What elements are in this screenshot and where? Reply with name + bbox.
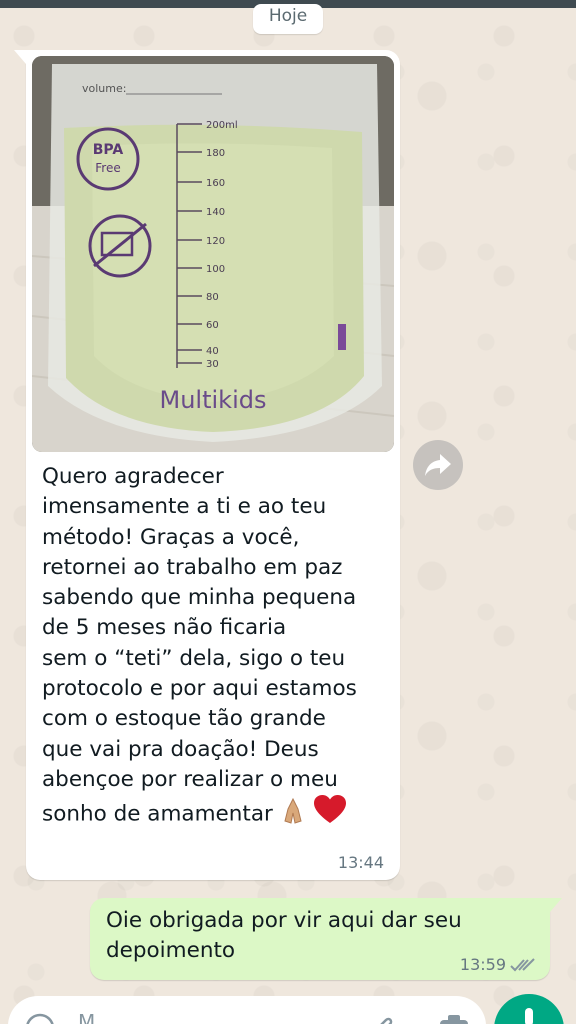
outgoing-message-text: Oie obrigada por vir aqui dar seu depoim… (106, 908, 462, 963)
outgoing-message-time: 13:59 (459, 955, 506, 974)
scale-label: 180 (206, 148, 225, 159)
scale-label: 40 (206, 346, 219, 357)
red-heart-emoji-icon (313, 795, 347, 834)
incoming-message-text: Quero agradecer imensamente a ti e ao te… (42, 462, 388, 835)
attach-icon[interactable] (366, 1012, 396, 1024)
photo-volume-label: volume: (82, 82, 126, 95)
incoming-message-bubble[interactable]: volume: BPA Free 200ml 180 160 140 120 100 80 6… (14, 50, 400, 880)
outgoing-message-meta: 13:59 (460, 955, 536, 974)
forward-arrow-icon (425, 454, 451, 476)
microphone-button[interactable] (494, 994, 564, 1024)
incoming-message-time: 13:44 (337, 853, 384, 872)
folded-hands-emoji-icon (279, 795, 307, 834)
forward-button[interactable] (413, 440, 463, 490)
outgoing-message-bubble[interactable]: Oie obrigada por vir aqui dar seu depoim… (90, 898, 562, 980)
scale-label: 200ml (206, 120, 238, 131)
photo-free-text: Free (95, 161, 120, 175)
date-divider: Hoje (253, 4, 323, 34)
scale-label: 60 (206, 320, 219, 331)
incoming-message-body: Quero agradecer imensamente a ti e ao te… (42, 464, 357, 827)
photo-bpa-text: BPA (93, 142, 124, 158)
photo-brand: Multikids (160, 386, 267, 414)
scale-label: 100 (206, 264, 225, 275)
scale-label: 120 (206, 236, 225, 247)
scale-label: 140 (206, 207, 225, 218)
emoji-icon[interactable] (24, 1012, 56, 1024)
scale-label: 160 (206, 178, 225, 189)
double-check-icon (510, 957, 535, 971)
microphone-icon (525, 1008, 533, 1024)
message-composer[interactable]: M (8, 996, 486, 1024)
message-photo[interactable]: volume: BPA Free 200ml 180 160 140 120 100 80 6… (32, 56, 394, 452)
scale-label: 30 (206, 359, 219, 370)
scale-label: 80 (206, 292, 219, 303)
message-input[interactable]: M (78, 1010, 95, 1024)
camera-icon[interactable] (438, 1012, 470, 1024)
